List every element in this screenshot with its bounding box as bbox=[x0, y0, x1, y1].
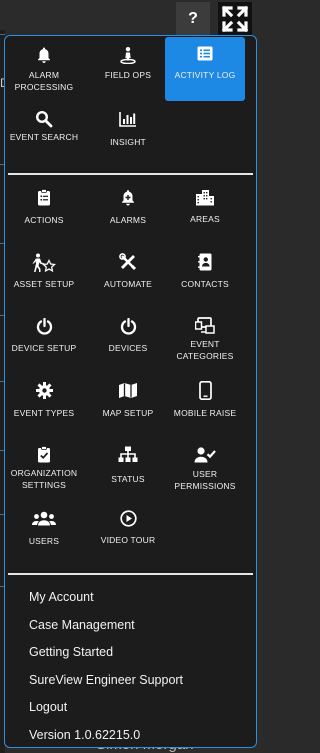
tile-label: VIDEO TOUR bbox=[100, 535, 156, 545]
tile-label: CONTACTS bbox=[181, 279, 229, 289]
section-divider bbox=[8, 573, 253, 575]
tile-label: USER PERMISSIONS bbox=[174, 469, 236, 491]
link-logout[interactable]: Logout bbox=[29, 698, 183, 726]
fullscreen-button[interactable] bbox=[218, 2, 252, 36]
building-icon bbox=[196, 190, 214, 206]
tile-devices[interactable]: DEVICES bbox=[90, 318, 166, 355]
tile-device-setup[interactable]: DEVICE SETUP bbox=[6, 318, 82, 355]
tile-label: MAP SETUP bbox=[102, 408, 154, 418]
tile-contacts[interactable]: CONTACTS bbox=[167, 253, 243, 291]
device-grid-icon bbox=[195, 317, 215, 334]
tile-label: EVENT CATEGORIES bbox=[176, 339, 234, 361]
tile-label: EVENT SEARCH bbox=[9, 132, 79, 142]
search-icon bbox=[35, 110, 53, 128]
tile-automate[interactable]: AUTOMATE bbox=[90, 253, 166, 291]
version-text: Version 1.0.62215.0 bbox=[29, 727, 141, 742]
gear-icon bbox=[35, 382, 53, 399]
tile-activity-log[interactable]: ACTIVITY LOG bbox=[165, 37, 245, 101]
link-my-account[interactable]: My Account bbox=[29, 588, 183, 616]
phone-icon bbox=[198, 381, 212, 400]
tile-alarm-processing[interactable]: ALARM PROCESSING bbox=[6, 40, 82, 102]
map-icon bbox=[119, 383, 137, 398]
tile-map-setup[interactable]: MAP SETUP bbox=[90, 382, 166, 420]
navigation-menu: ALARM PROCESSING FIELD OPS ACTIVITY LOG … bbox=[4, 35, 257, 748]
tile-areas[interactable]: AREAS bbox=[167, 189, 243, 226]
tile-organization-settings[interactable]: ORGANIZATION SETTINGS bbox=[6, 446, 82, 491]
tile-label: ALARMS bbox=[109, 215, 147, 225]
tile-label: ALARM PROCESSING bbox=[14, 70, 74, 92]
tile-status[interactable]: STATUS bbox=[90, 446, 166, 486]
tile-label: ACTIONS bbox=[24, 215, 64, 225]
tile-event-search[interactable]: EVENT SEARCH bbox=[6, 108, 82, 170]
tile-label: FIELD OPS bbox=[104, 70, 152, 80]
tile-video-tour[interactable]: VIDEO TOUR bbox=[90, 510, 166, 547]
tile-label: ASSET SETUP bbox=[13, 279, 75, 289]
clipboard-check-icon bbox=[38, 446, 50, 463]
tile-event-categories[interactable]: EVENT CATEGORIES bbox=[167, 317, 243, 362]
help-label: ? bbox=[188, 10, 198, 27]
user-check-icon bbox=[194, 447, 216, 463]
tile-users[interactable]: USERS bbox=[6, 511, 82, 548]
link-case-management[interactable]: Case Management bbox=[29, 616, 183, 644]
users-icon bbox=[32, 511, 56, 526]
tile-label: STATUS bbox=[111, 474, 145, 484]
tile-label: ACTIVITY LOG bbox=[174, 70, 236, 80]
bell-icon bbox=[38, 47, 50, 63]
list-icon bbox=[197, 46, 213, 61]
account-links: My Account Case Management Getting Start… bbox=[29, 588, 183, 744]
power-icon bbox=[120, 318, 136, 335]
tile-label: MOBILE RAISE bbox=[173, 408, 237, 418]
tile-label: DEVICE SETUP bbox=[11, 343, 77, 353]
contact-book-icon bbox=[197, 253, 211, 271]
tile-label: AREAS bbox=[190, 214, 220, 224]
play-circle-icon bbox=[119, 510, 137, 527]
person-star-icon bbox=[32, 253, 56, 273]
link-engineer-support[interactable]: SureView Engineer Support bbox=[29, 671, 183, 699]
tile-actions[interactable]: ACTIONS bbox=[6, 189, 82, 227]
tile-label: DEVICES bbox=[108, 343, 148, 353]
tile-insight[interactable]: INSIGHT bbox=[90, 108, 166, 170]
power-icon bbox=[36, 318, 52, 335]
tile-mobile-raise[interactable]: MOBILE RAISE bbox=[167, 381, 243, 420]
help-button[interactable]: ? bbox=[176, 2, 210, 36]
chart-icon bbox=[119, 112, 136, 127]
tile-user-permissions[interactable]: USER PERMISSIONS bbox=[167, 447, 243, 492]
expand-icon bbox=[221, 5, 249, 33]
clipboard-icon bbox=[38, 189, 50, 206]
tools-icon bbox=[119, 253, 137, 271]
bell-plus-icon bbox=[122, 190, 134, 206]
tile-event-types[interactable]: EVENT TYPES bbox=[6, 382, 82, 420]
link-getting-started[interactable]: Getting Started bbox=[29, 643, 183, 671]
sitemap-icon bbox=[118, 446, 138, 462]
tile-alarms[interactable]: ALARMS bbox=[90, 189, 166, 227]
section-divider bbox=[8, 173, 253, 175]
tile-field-ops[interactable]: FIELD OPS bbox=[90, 40, 166, 102]
tile-label: INSIGHT bbox=[110, 137, 146, 147]
tile-asset-setup[interactable]: ASSET SETUP bbox=[6, 253, 82, 291]
tile-label: ORGANIZATION SETTINGS bbox=[10, 468, 78, 490]
tile-label: EVENT TYPES bbox=[13, 408, 75, 418]
tile-label: USERS bbox=[28, 536, 60, 546]
tile-label: AUTOMATE bbox=[103, 279, 153, 289]
person-pin-icon bbox=[120, 47, 136, 64]
